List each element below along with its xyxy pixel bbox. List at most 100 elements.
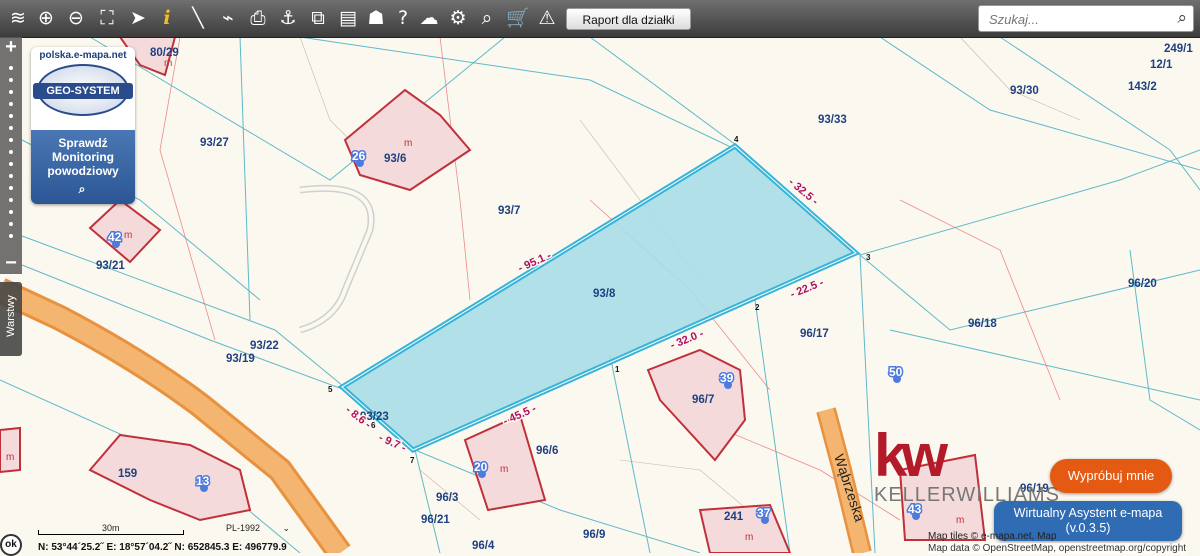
house-number: 20: [474, 460, 488, 474]
cart-icon[interactable]: 🛒: [506, 6, 530, 30]
zoom-level-dot[interactable]: [9, 78, 13, 82]
building-marker: m: [745, 532, 753, 543]
layout-icon[interactable]: ▤: [336, 6, 360, 30]
vertex-label: 3: [866, 253, 871, 262]
parcel-label[interactable]: 96/9: [583, 529, 605, 541]
zoom-level-dot[interactable]: [9, 198, 13, 202]
pointer-icon[interactable]: ➤: [126, 6, 150, 30]
promo-line: Monitoring: [52, 150, 114, 164]
flood-monitoring-promo[interactable]: polska.e-mapa.net GEO-SYSTEM Sprawdź Mon…: [31, 47, 135, 204]
parcel-label[interactable]: 96/7: [692, 394, 714, 406]
zoom-rail[interactable]: + −: [0, 37, 22, 274]
promo-url: polska.e-mapa.net: [39, 50, 127, 61]
projection-value: PL-1992: [226, 523, 261, 533]
anchor-icon[interactable]: ⚓: [276, 6, 300, 30]
measure-link-icon[interactable]: ⌁: [216, 6, 240, 30]
zoom-level-dot[interactable]: [9, 174, 13, 178]
vertex-label: 5: [328, 385, 333, 394]
promo-line: Sprawdź: [58, 136, 108, 150]
tiles-attribution[interactable]: Map tiles © e-mapa.net, Map: [928, 531, 1057, 542]
vertex-label: 6: [371, 421, 376, 430]
building-marker: m: [164, 58, 172, 69]
zoom-level-dot[interactable]: [9, 114, 13, 118]
select-parcels-icon[interactable]: ⧉: [306, 6, 330, 30]
zoom-out-icon[interactable]: ⊖: [64, 6, 88, 30]
magnifier-icon: ⌕: [78, 182, 86, 196]
vertex-label: 4: [734, 135, 739, 144]
parcel-label[interactable]: 96/4: [472, 540, 495, 552]
chevron-down-icon: ⌄: [282, 523, 291, 533]
try-me-button[interactable]: Wypróbuj mnie: [1050, 459, 1172, 493]
parcel-label[interactable]: 143/2: [1128, 81, 1157, 93]
zoom-level-dot[interactable]: [9, 138, 13, 142]
full-extent-icon[interactable]: ⛶: [95, 6, 119, 30]
zoom-in-icon[interactable]: ⊕: [34, 6, 58, 30]
scale-bar: [38, 530, 184, 535]
parcel-label[interactable]: 96/20: [1128, 278, 1157, 290]
search-box: ⌕: [978, 5, 1194, 32]
search-input[interactable]: [987, 9, 1161, 30]
parcel-label[interactable]: 96/21: [421, 514, 450, 526]
zoom-level-dot[interactable]: [9, 222, 13, 226]
vertex-label: 1: [615, 365, 620, 374]
projection-select[interactable]: PL-1992 ⌄: [226, 523, 298, 539]
zoom-level-dot[interactable]: [9, 186, 13, 190]
parcel-label[interactable]: 93/27: [200, 137, 229, 149]
zoom-level-dot[interactable]: [9, 210, 13, 214]
zoom-level-dot[interactable]: [9, 90, 13, 94]
house-number: 50: [889, 365, 903, 379]
warning-icon[interactable]: ⚠: [535, 6, 559, 30]
layers-icon[interactable]: ≋: [6, 6, 30, 30]
zoom-level-dot[interactable]: [9, 150, 13, 154]
house-number: 26: [352, 149, 366, 163]
zoom-level-dot[interactable]: [9, 126, 13, 130]
house-number: 42: [108, 230, 122, 244]
zoom-level-dot[interactable]: [9, 102, 13, 106]
kw-mark: kw: [874, 422, 948, 489]
vertex-label: 7: [410, 456, 415, 465]
measure-distance-icon[interactable]: ╲: [186, 6, 210, 30]
parcel-label[interactable]: 96/6: [536, 445, 558, 457]
parcel-label[interactable]: 93/8: [593, 288, 616, 300]
zoom-level-dot[interactable]: [9, 162, 13, 166]
assistant-title: Wirtualny Asystent e-mapa: [1013, 506, 1163, 520]
print-icon[interactable]: ⎙: [246, 6, 270, 30]
parcel-label[interactable]: 249/1: [1164, 43, 1193, 55]
parcel-label[interactable]: 159: [118, 468, 137, 480]
help-icon[interactable]: ?: [391, 6, 415, 30]
parcel-label[interactable]: 93/19: [226, 353, 255, 365]
house-number: 13: [196, 474, 210, 488]
settings-icon[interactable]: ⚙: [446, 6, 470, 30]
search-map-icon[interactable]: ⌕: [475, 6, 499, 30]
zoom-in-button[interactable]: +: [0, 37, 22, 57]
parcel-label[interactable]: 93/33: [818, 114, 847, 126]
parcel-label[interactable]: 96/18: [968, 318, 997, 330]
promo-text: Sprawdź Monitoring powodziowy ⌕: [31, 130, 135, 204]
parcel-label[interactable]: 93/6: [384, 153, 406, 165]
parcel-label[interactable]: 93/30: [1010, 85, 1039, 97]
house-number: 37: [757, 506, 771, 520]
cloud-icon[interactable]: ☁: [417, 6, 441, 30]
parcel-label[interactable]: 93/7: [498, 205, 520, 217]
coordinates-readout: N: 53°44´25.2˝ E: 18°57´04.2˝ N: 652845.…: [38, 542, 287, 553]
zoom-level-dot[interactable]: [9, 66, 13, 70]
parcel-label[interactable]: 96/3: [436, 492, 458, 504]
promo-line: powodziowy: [47, 164, 119, 178]
parcel-label[interactable]: 96/17: [800, 328, 829, 340]
zoom-level-dot[interactable]: [9, 234, 13, 238]
data-attribution[interactable]: Map data © OpenStreetMap, openstreetmap.…: [928, 543, 1187, 554]
building-marker: m: [124, 230, 132, 241]
layers-tab[interactable]: Warstwy: [0, 282, 22, 356]
parcel-label[interactable]: 93/22: [250, 340, 279, 352]
search-icon[interactable]: ⌕: [1177, 8, 1187, 28]
zoom-out-button[interactable]: −: [0, 253, 22, 273]
parcel-label[interactable]: 241: [724, 511, 744, 523]
info-icon[interactable]: i: [155, 6, 179, 30]
shape-icon[interactable]: ☗: [364, 6, 388, 30]
layers-tab-label: Warstwy: [5, 295, 17, 337]
parcel-label[interactable]: 12/1: [1150, 59, 1173, 71]
report-button[interactable]: Raport dla działki: [566, 8, 691, 30]
parcel-label[interactable]: 80/29: [150, 47, 179, 59]
building-marker: m: [956, 515, 964, 526]
parcel-label[interactable]: 93/21: [96, 260, 125, 272]
